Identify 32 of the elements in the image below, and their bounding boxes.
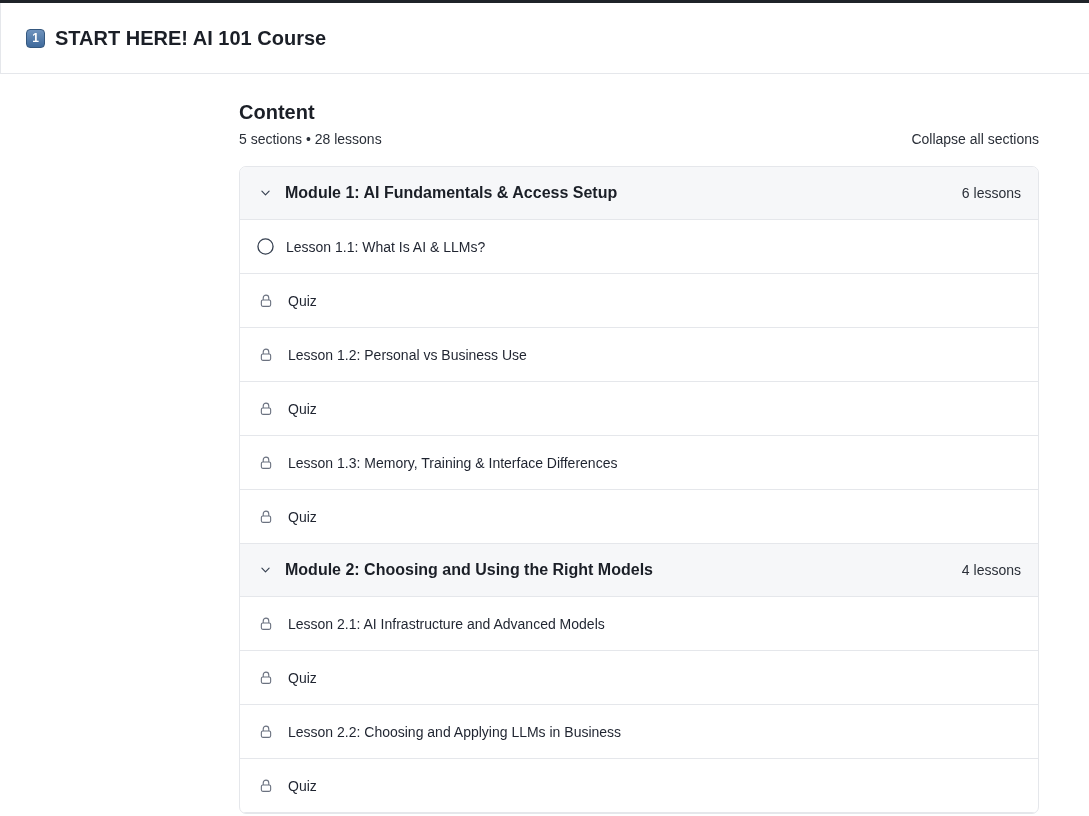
content-heading: Content [239, 100, 316, 124]
lesson-title: Quiz [288, 777, 317, 794]
lesson-title: Lesson 1.2: Personal vs Business Use [288, 346, 527, 363]
lesson-row[interactable]: Lesson 1.2: Personal vs Business Use [240, 328, 1038, 382]
lesson-title: Lesson 1.3: Memory, Training & Interface Differences [288, 454, 618, 471]
lesson-title: Quiz [288, 508, 317, 525]
lesson-count: 4 lessons [961, 562, 1021, 578]
keycap-number: 1 [26, 28, 45, 48]
module-title: Module 1: AI Fundamentals & Access Setup [285, 184, 619, 202]
lesson-row[interactable]: Quiz [240, 651, 1038, 705]
lesson-row[interactable]: Quiz [240, 382, 1038, 436]
lesson-title: Lesson 1.1: What Is AI & LLMs? [286, 238, 486, 255]
lesson-title: Quiz [288, 400, 317, 417]
module-header[interactable]: Module 1: AI Fundamentals & Access Setup 6 lessons [240, 167, 1038, 220]
lesson-row[interactable]: Lesson 1.3: Memory, Training & Interface Differences [240, 436, 1038, 490]
lesson-count: 6 lessons [961, 185, 1021, 201]
lesson-title: Lesson 2.2: Choosing and Applying LLMs in Business [288, 723, 622, 740]
content-summary: 5 sections • 28 lessons [239, 130, 382, 148]
course-title: START HERE! AI 101 Course [55, 26, 327, 50]
chevron-icon [261, 190, 270, 196]
module-title: Module 2: Choosing and Using the Right Models [285, 561, 654, 579]
lesson-title: Quiz [288, 669, 317, 686]
lesson-row[interactable]: Lesson 1.1: What Is AI & LLMs? [240, 220, 1038, 274]
lesson-row[interactable]: Lesson 2.1: AI Infrastructure and Advanced Models [240, 597, 1038, 651]
lesson-title: Quiz [288, 292, 317, 309]
module-header[interactable]: Module 2: Choosing and Using the Right Models 4 lessons [240, 544, 1038, 597]
lesson-row[interactable]: Quiz [240, 759, 1038, 813]
lesson-row[interactable]: Lesson 2.2: Choosing and Applying LLMs in Business [240, 705, 1038, 759]
chevron-icon [261, 567, 270, 573]
collapse-all-link[interactable]: Collapse all sections [911, 130, 1039, 148]
lesson-row[interactable]: Quiz [240, 274, 1038, 328]
lesson-title: Lesson 2.1: AI Infrastructure and Advanced Models [288, 615, 605, 632]
